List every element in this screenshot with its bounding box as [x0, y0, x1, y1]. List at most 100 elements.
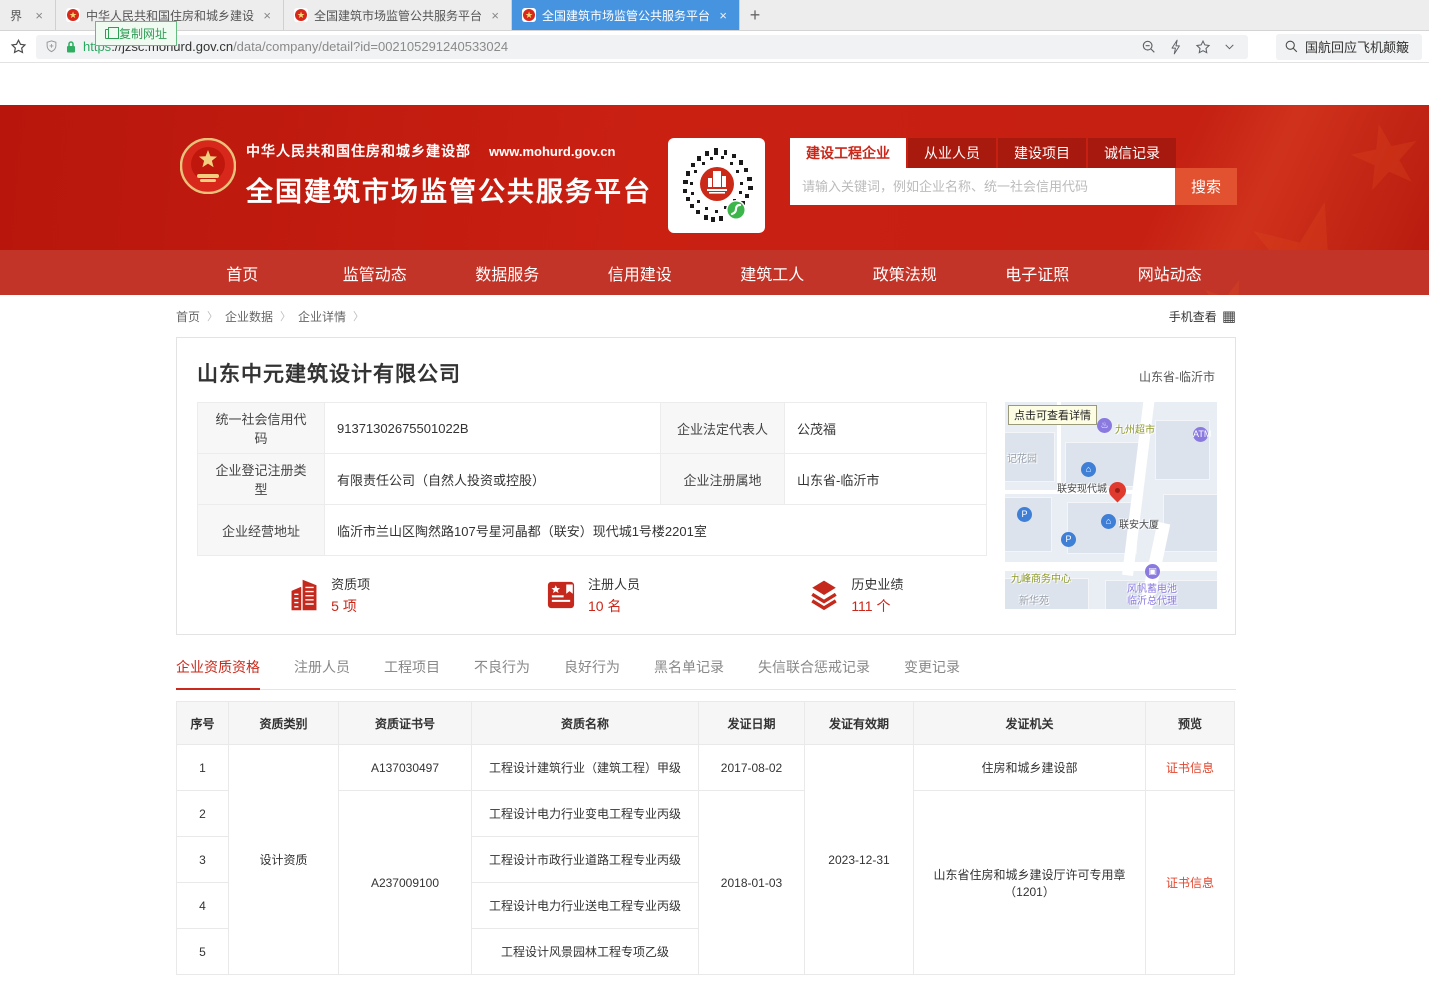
tab-dishonesty-punishment[interactable]: 失信联合惩戒记录 — [758, 657, 870, 689]
search-tab-personnel[interactable]: 从业人员 — [908, 138, 996, 168]
search-category-tabs: 建设工程企业 从业人员 建设项目 诚信记录 — [790, 138, 1237, 168]
browser-tab-bar: 界 × ★ 中华人民共和国住房和城乡建设 × ★ 全国建筑市场监管公共服务平台 … — [0, 0, 1429, 31]
qualification-name: 工程设计建筑行业（建筑工程）甲级 — [472, 745, 699, 791]
tab-bad-behavior[interactable]: 不良行为 — [474, 657, 530, 689]
residence-poi-icon: ⌂ — [1081, 462, 1096, 477]
issuing-authority: 山东省住房和城乡建设厅许可专用章（1201） — [914, 791, 1146, 975]
tab-title: 界 — [10, 7, 27, 24]
legal-rep-value: 公茂福 — [785, 403, 987, 454]
keyword-search-input[interactable] — [790, 168, 1175, 205]
quick-search-text: 国航回应飞机颠簸 — [1305, 37, 1409, 56]
layers-icon — [807, 578, 841, 612]
nav-site-news[interactable]: 网站动态 — [1104, 250, 1237, 295]
parking-icon: P — [1017, 507, 1032, 522]
close-icon[interactable]: × — [489, 8, 501, 23]
url-path: /data/company/detail?id=0021052912405330… — [233, 39, 1135, 54]
reg-type-value: 有限责任公司（自然人投资或控股） — [325, 454, 661, 505]
ministry-name: 中华人民共和国住房和城乡建设部 — [246, 143, 471, 159]
nav-workers[interactable]: 建筑工人 — [706, 250, 839, 295]
zoom-out-icon[interactable] — [1141, 39, 1157, 55]
header-search: 建设工程企业 从业人员 建设项目 诚信记录 搜索 — [790, 138, 1237, 205]
new-tab-button[interactable]: + — [740, 0, 770, 30]
certificate-no: A137030497 — [339, 745, 472, 791]
tab-title: 全国建筑市场监管公共服务平台 — [314, 7, 483, 24]
table-header-row: 序号 资质类别 资质证书号 资质名称 发证日期 发证有效期 发证机关 预览 — [177, 702, 1235, 745]
field-label: 企业法定代表人 — [661, 403, 785, 454]
map-tooltip: 点击可查看详情 — [1008, 405, 1097, 425]
shield-icon[interactable] — [44, 39, 59, 54]
copy-icon — [105, 29, 114, 39]
qualification-table: 序号 资质类别 资质证书号 资质名称 发证日期 发证有效期 发证机关 预览 1 … — [176, 701, 1235, 975]
field-label: 企业注册属地 — [661, 454, 785, 505]
bookmark-star-icon[interactable] — [0, 38, 36, 55]
stat-history-performance: 历史业绩111 个 — [724, 574, 987, 616]
site-branding: 中华人民共和国住房和城乡建设部www.mohurd.gov.cn 全国建筑市场监… — [246, 141, 652, 209]
close-icon[interactable]: × — [717, 8, 729, 23]
site-header: 中华人民共和国住房和城乡建设部www.mohurd.gov.cn 全国建筑市场监… — [0, 105, 1429, 250]
search-tab-project[interactable]: 建设项目 — [998, 138, 1086, 168]
validity-date: 2023-12-31 — [805, 745, 914, 975]
nav-credit[interactable]: 信用建设 — [574, 250, 707, 295]
building-poi-icon: ⌂ — [1101, 514, 1116, 529]
lock-icon — [65, 40, 77, 54]
breadcrumb-enterprise-detail: 企业详情 — [298, 308, 346, 325]
nav-e-license[interactable]: 电子证照 — [971, 250, 1104, 295]
stat-registered-personnel: 注册人员10 名 — [460, 574, 723, 616]
breadcrumb: 首页 〉 企业数据 〉 企业详情 〉 手机查看 ▦ — [176, 295, 1236, 337]
browser-tab-3[interactable]: ★ 全国建筑市场监管公共服务平台 × — [284, 0, 512, 30]
tab-enterprise-qualification[interactable]: 企业资质资格 — [176, 657, 260, 689]
tab-title: 全国建筑市场监管公共服务平台 — [542, 7, 711, 24]
certificate-info-link[interactable]: 证书信息 — [1166, 761, 1214, 775]
tab-favicon-emblem-icon: ★ — [294, 8, 308, 22]
search-button[interactable]: 搜索 — [1175, 168, 1237, 205]
tab-projects[interactable]: 工程项目 — [384, 657, 440, 689]
tab-change-records[interactable]: 变更记录 — [904, 657, 960, 689]
certificate-no: A237009100 — [339, 791, 472, 975]
close-icon[interactable]: × — [33, 8, 45, 23]
chevron-down-icon[interactable] — [1223, 40, 1236, 53]
battery-shop-poi-icon: ▣ — [1145, 564, 1160, 579]
qualification-name: 工程设计电力行业变电工程专业丙级 — [472, 791, 699, 837]
company-info-table: 统一社会信用代码 91371302675501022B 企业法定代表人 公茂福 … — [197, 402, 987, 556]
parking-icon: P — [1061, 532, 1076, 547]
issuing-authority: 住房和城乡建设部 — [914, 745, 1146, 791]
close-icon[interactable]: × — [261, 8, 273, 23]
atm-poi-icon: ATM — [1193, 427, 1208, 442]
wechat-qr-code — [668, 138, 765, 233]
row-number: 4 — [177, 883, 229, 929]
row-number: 3 — [177, 837, 229, 883]
browser-toolbar: https://jzsc.mohurd.gov.cn/data/company/… — [0, 31, 1429, 63]
tab-good-behavior[interactable]: 良好行为 — [564, 657, 620, 689]
tab-favicon-emblem-icon: ★ — [522, 8, 536, 22]
search-tab-enterprise[interactable]: 建设工程企业 — [790, 138, 906, 168]
address-value: 临沂市兰山区陶然路107号星河晶都（联安）现代城1号楼2201室 — [325, 505, 987, 556]
tab-favicon-emblem-icon: ★ — [66, 8, 80, 22]
qualification-name: 工程设计电力行业送电工程专业丙级 — [472, 883, 699, 929]
location-map[interactable]: 点击可查看详情 ♨ 九州超市 ATM 记花园 ⌂ 联安现代城 ⌂ 联安大厦 P … — [1005, 402, 1217, 609]
tab-blacklist[interactable]: 黑名单记录 — [654, 657, 724, 689]
issue-date: 2018-01-03 — [699, 791, 805, 975]
field-label: 企业经营地址 — [198, 505, 325, 556]
tab-registered-personnel[interactable]: 注册人员 — [294, 657, 350, 689]
stat-qualifications: 资质项5 项 — [197, 574, 460, 616]
nav-data-service[interactable]: 数据服务 — [441, 250, 574, 295]
lightning-icon[interactable] — [1169, 39, 1183, 55]
nav-home[interactable]: 首页 — [176, 250, 309, 295]
search-tab-credit[interactable]: 诚信记录 — [1088, 138, 1176, 168]
favorite-star-icon[interactable] — [1195, 39, 1211, 55]
copy-url-tooltip: 复制网址 — [95, 21, 177, 46]
certificate-info-link[interactable]: 证书信息 — [1166, 876, 1214, 890]
mobile-view-button[interactable]: 手机查看 ▦ — [1169, 307, 1236, 325]
row-number: 5 — [177, 929, 229, 975]
nav-policy[interactable]: 政策法规 — [839, 250, 972, 295]
quick-search-box[interactable]: 国航回应飞机颠簸 — [1276, 34, 1422, 60]
search-icon — [1284, 39, 1299, 54]
browser-tab-4-active[interactable]: ★ 全国建筑市场监管公共服务平台 × — [512, 0, 740, 30]
nav-supervision[interactable]: 监管动态 — [309, 250, 442, 295]
url-bar[interactable]: https://jzsc.mohurd.gov.cn/data/company/… — [36, 35, 1248, 59]
breadcrumb-home[interactable]: 首页 — [176, 308, 200, 325]
browser-tab-1[interactable]: 界 × — [0, 0, 56, 30]
company-card: 山东中元建筑设计有限公司 山东省-临沂市 统一社会信用代码 9137130267… — [176, 337, 1236, 635]
breadcrumb-enterprise-data[interactable]: 企业数据 — [225, 308, 273, 325]
building-icon — [287, 577, 321, 613]
